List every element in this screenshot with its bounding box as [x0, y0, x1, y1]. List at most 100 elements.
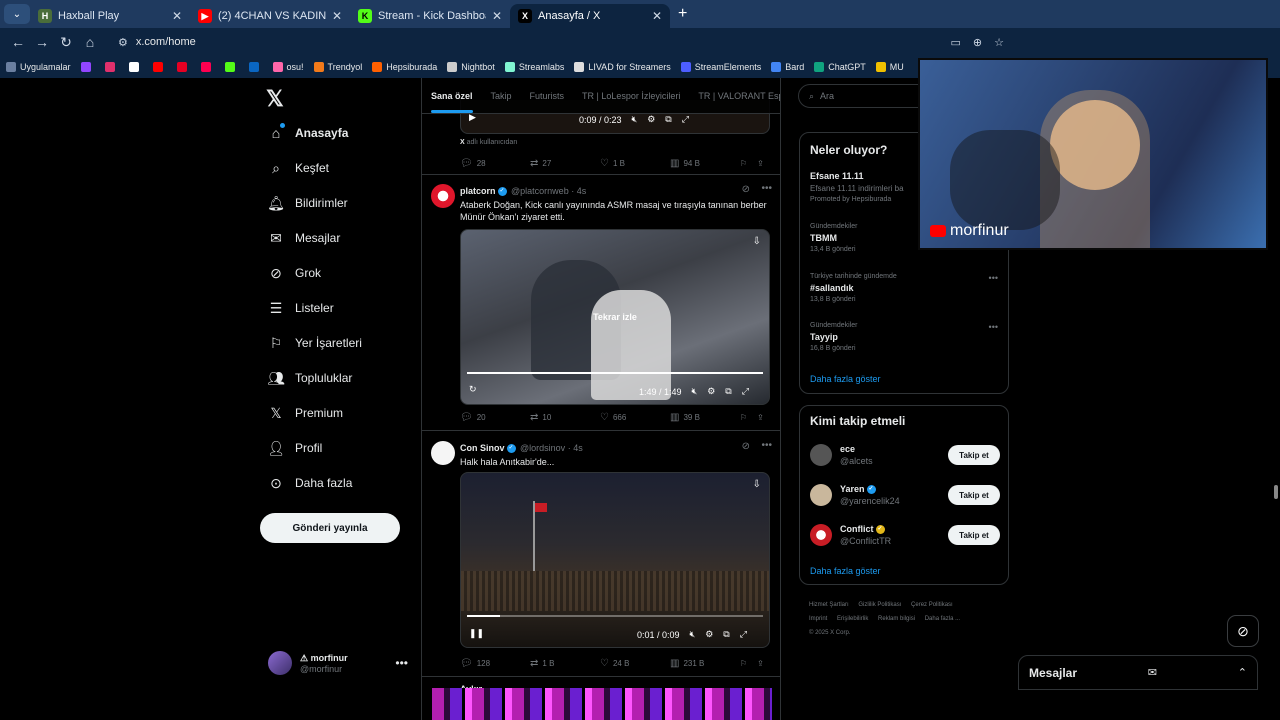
- bookmark-item[interactable]: Nightbot: [447, 62, 495, 72]
- back-icon[interactable]: ←: [6, 30, 30, 54]
- bookmark-item[interactable]: [152, 62, 167, 72]
- settings-icon[interactable]: ⚙: [705, 629, 713, 640]
- bookmark-button[interactable]: ⚐: [740, 159, 747, 168]
- share-icon[interactable]: ⇪: [757, 413, 764, 422]
- zoom-icon[interactable]: ⊕: [973, 36, 982, 49]
- browser-tab[interactable]: H Haxball Play ✕: [30, 4, 190, 28]
- close-tab-icon[interactable]: ✕: [652, 9, 662, 23]
- settings-icon[interactable]: ⚙: [707, 386, 715, 397]
- views-button[interactable]: ▥ 231 B: [670, 658, 740, 669]
- tab-for-you[interactable]: Sana özel: [422, 78, 482, 113]
- tab-following[interactable]: Takip: [482, 78, 521, 113]
- volume-icon[interactable]: 🔇︎: [632, 114, 638, 125]
- pip-icon[interactable]: ⧉: [665, 114, 671, 125]
- tab-futurists[interactable]: Futurists: [521, 78, 574, 113]
- tweet-time[interactable]: 4s: [573, 443, 583, 453]
- views-button[interactable]: ▥ 94 B: [670, 158, 740, 169]
- follow-suggestion[interactable]: Conflict ✓ @ConflictTR Takip et: [810, 520, 1000, 550]
- bookmark-item[interactable]: Hepsiburada: [372, 62, 437, 72]
- bookmark-item[interactable]: Streamlabs: [504, 62, 564, 72]
- bookmark-item[interactable]: [176, 62, 191, 72]
- grok-icon[interactable]: ⊘: [742, 184, 750, 195]
- repost-button[interactable]: ⇄ 10: [530, 412, 600, 423]
- like-button[interactable]: ♡ 1 B: [600, 158, 670, 169]
- avatar[interactable]: [431, 441, 455, 465]
- grok-float-button[interactable]: ⊘: [1227, 615, 1259, 647]
- pause-icon[interactable]: ❚❚: [469, 628, 484, 639]
- show-more-link[interactable]: Daha fazla göster: [810, 374, 881, 384]
- forward-icon[interactable]: →: [30, 30, 54, 54]
- browser-tab-active[interactable]: X Anasayfa / X ✕: [510, 4, 670, 28]
- follow-suggestion[interactable]: ece @alcets Takip et: [810, 440, 1000, 470]
- bookmark-item[interactable]: [248, 62, 263, 72]
- show-more-link[interactable]: Daha fazla göster: [810, 566, 881, 576]
- bookmark-item[interactable]: Bard: [771, 62, 804, 72]
- bookmark-item[interactable]: [224, 62, 239, 72]
- home-button-icon[interactable]: ⌂: [78, 30, 102, 54]
- bookmark-item[interactable]: Uygulamalar: [6, 62, 71, 72]
- pip-icon[interactable]: ⧉: [725, 386, 731, 397]
- replay-icon[interactable]: ↻: [469, 384, 477, 395]
- share-icon[interactable]: ⇪: [757, 159, 764, 168]
- more-dots-icon[interactable]: •••: [989, 273, 998, 283]
- bookmark-button[interactable]: ⚐: [740, 413, 747, 422]
- fullscreen-icon[interactable]: ⤢: [740, 629, 747, 640]
- x-logo-icon[interactable]: 𝕏: [266, 86, 284, 112]
- video-player[interactable]: ⇩ ❚❚ 0:01 / 0:09 🔇︎ ⚙ ⧉ ⤢: [460, 472, 770, 648]
- footer-link[interactable]: Gizlilik Politikası: [858, 602, 901, 608]
- footer-link[interactable]: Erişilebilirlik: [837, 616, 868, 622]
- post-button[interactable]: Gönderi yayınla: [260, 513, 400, 543]
- tab-valorant[interactable]: TR | VALORANT Esp: [689, 78, 780, 113]
- share-icon[interactable]: ⇪: [757, 659, 764, 668]
- account-switcher[interactable]: ⚠ morfinur @morfinur •••: [268, 648, 408, 678]
- download-icon[interactable]: ⇩: [753, 236, 761, 247]
- bookmark-item[interactable]: [104, 62, 119, 72]
- nav-item-premium[interactable]: 𝕏 Premium: [268, 401, 343, 425]
- address-bar[interactable]: ⚙ x.com/home ▭ ⊕ ☆: [112, 31, 1012, 53]
- reply-button[interactable]: 💬︎ 128: [460, 658, 530, 669]
- follow-suggestion[interactable]: Yaren ✓ @yarencelik24 Takip et: [810, 480, 1000, 510]
- follow-button[interactable]: Takip et: [948, 525, 1000, 545]
- video-progress[interactable]: [467, 372, 763, 374]
- nav-item-communities[interactable]: 👥︎ Topluluklar: [267, 366, 352, 390]
- messages-drawer[interactable]: Mesajlar ✉ ⌃: [1018, 655, 1258, 690]
- expand-icon[interactable]: ⌃: [1238, 666, 1247, 679]
- nav-item-lists[interactable]: ☰ Listeler: [268, 296, 334, 320]
- browser-tab[interactable]: K Stream - Kick Dashboard ✕: [350, 4, 510, 28]
- trend-item[interactable]: Türkiye tarihinde gündemde #sallandık 13…: [810, 273, 1000, 303]
- footer-link[interactable]: Çerez Politikası: [911, 602, 953, 608]
- footer-link[interactable]: Daha fazla ...: [925, 616, 960, 622]
- avatar[interactable]: [431, 184, 455, 208]
- replay-label[interactable]: Tekrar izle: [461, 312, 769, 322]
- video-progress[interactable]: [467, 615, 763, 617]
- install-app-icon[interactable]: ▭: [951, 36, 961, 49]
- nav-item-messages[interactable]: ✉ Mesajlar: [268, 226, 340, 250]
- tab-list-button[interactable]: ⌄: [4, 4, 30, 24]
- browser-tab[interactable]: ▶ (2) 4CHAN VS KADINLAR? - Yo ✕: [190, 4, 350, 28]
- fullscreen-icon[interactable]: ⤢: [742, 386, 749, 397]
- more-dots-icon[interactable]: •••: [761, 183, 772, 194]
- nav-item-explore[interactable]: ⌕ Keşfet: [268, 156, 329, 180]
- bookmark-item[interactable]: LIVAD for Streamers: [574, 62, 671, 72]
- more-dots-icon[interactable]: •••: [989, 322, 998, 332]
- tweet[interactable]: platcorn ✓ @platcornweb · 4s ⊘ ••• Ataber…: [422, 175, 780, 431]
- bookmark-button[interactable]: ⚐: [740, 659, 747, 668]
- like-button[interactable]: ♡ 24 B: [600, 658, 670, 669]
- fullscreen-icon[interactable]: ⤢: [682, 114, 689, 125]
- author-name[interactable]: platcorn: [460, 186, 496, 196]
- new-tab-icon[interactable]: +: [678, 5, 687, 23]
- nav-item-notifications[interactable]: 🔔︎ Bildirimler: [267, 191, 348, 215]
- bookmark-item[interactable]: [80, 62, 95, 72]
- follow-button[interactable]: Takip et: [948, 445, 1000, 465]
- like-button[interactable]: ♡ 666: [600, 412, 670, 423]
- bookmark-item[interactable]: Trendyol: [313, 62, 362, 72]
- volume-icon[interactable]: 🔇︎: [690, 629, 696, 640]
- author-handle[interactable]: @lordsinov: [520, 443, 565, 453]
- views-button[interactable]: ▥ 39 B: [670, 412, 740, 423]
- site-info-icon[interactable]: ⚙: [118, 36, 128, 49]
- tab-lolespor[interactable]: TR | LoLespor İzleyicileri: [573, 78, 689, 113]
- footer-link[interactable]: Hizmet Şartları: [809, 602, 849, 608]
- pip-icon[interactable]: ⧉: [723, 629, 729, 640]
- more-dots-icon[interactable]: •••: [395, 656, 408, 670]
- bookmark-item[interactable]: StreamElements: [680, 62, 761, 72]
